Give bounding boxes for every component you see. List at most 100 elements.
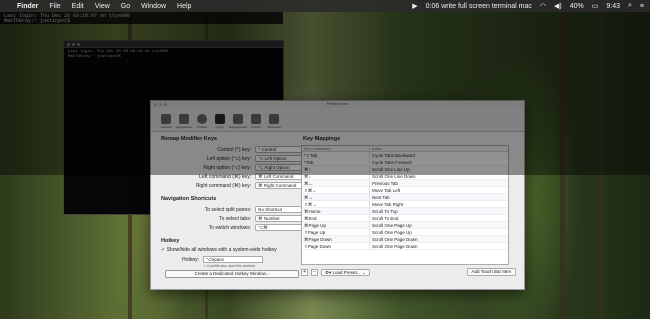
table-row[interactable]: ⇧⌘→ Move Tab Right [302,201,508,208]
key-combination-cell: ⌘Home [302,208,370,214]
table-empty-space [302,250,508,264]
tab-general[interactable]: General [159,114,173,129]
action-cell: Scroll One Page Up [372,230,412,235]
menu-file[interactable]: File [49,3,60,10]
action-cell: Scroll One Line Up [372,167,410,172]
minimize-icon[interactable] [72,43,75,46]
battery-icon[interactable]: ▭ [592,2,599,10]
play-icon[interactable]: ▶ [412,2,417,10]
remove-mapping-button[interactable]: − [311,268,318,276]
menu-list-icon[interactable]: ≡ [640,3,644,10]
key-combination-cell: ⇧⌘← [302,187,370,193]
remap-label: Right command (⌘) key: [195,182,252,189]
switch-icon [161,114,171,124]
key-mappings-controls: + − ⚙▾ Load Preset... ⌄ Add Touch Bar It… [301,268,516,276]
close-icon[interactable] [154,103,157,106]
menu-window[interactable]: Window [141,3,166,10]
tab-appearance[interactable]: Appearance [176,114,192,129]
zoom-icon[interactable] [164,103,167,106]
battery-percent[interactable]: 40% [570,3,584,10]
column-key-combination[interactable]: Key Combination [302,146,370,151]
minimize-icon[interactable] [159,103,162,106]
create-hotkey-window-button[interactable]: Create a Dedicated Hotkey Window... [165,270,299,278]
add-mapping-button[interactable]: + [301,268,308,276]
wallpaper-tree [560,10,565,319]
action-cell: Next Tab [372,195,390,200]
action-cell: Scroll One Page Down [372,237,418,242]
nav-label: To select split panes: [204,206,252,213]
nav-label: To select tabs: [219,215,252,222]
add-touch-bar-item-button[interactable]: Add Touch Bar Item [466,268,516,276]
hotkey-checkbox[interactable]: ✓ Show/hide all windows with a system-wi… [161,247,309,253]
table-row[interactable]: ⌘↓ Scroll One Line Down [302,173,508,180]
remap-label: Right option (⌥) key: [203,164,252,171]
remap-heading: Remap Modifier Keys [161,136,217,142]
table-row[interactable]: ⌘Page Down Scroll One Page Down [302,236,508,243]
keyboard-icon [215,114,225,124]
remap-label: Left option (⌥) key: [206,155,252,162]
key-combination-cell: ⇧Page Down [302,243,370,249]
table-row[interactable]: ⌘End Scroll To End [302,215,508,222]
table-row[interactable]: ⌘→ Next Tab [302,194,508,201]
clock[interactable]: 9:43 [606,3,620,10]
load-preset-button[interactable]: ⚙▾ Load Preset... ⌄ [321,268,370,276]
key-combination-cell: ⌘← [302,180,370,186]
tab-arrangements[interactable]: Arrangements [229,114,247,129]
key-combination-cell: ⇧Page Up [302,229,370,235]
terminal-titlebar[interactable] [64,41,283,48]
table-row[interactable]: ⇧Page Up Scroll One Page Up [302,229,508,236]
table-row[interactable]: ⌘↑ Scroll One Line Up [302,166,508,173]
action-cell: Scroll To End [372,216,399,221]
tab-profiles[interactable]: Profiles [195,114,209,129]
nav-heading: Navigation Shortcuts [161,196,217,202]
menu-app-name[interactable]: Finder [17,3,38,10]
prefs-toolbar: General Appearance Profiles Keys Arrange… [151,108,524,132]
key-combination-cell: ⌘→ [302,194,370,200]
status-text[interactable]: 0:06 write full screen terminal mac [426,3,532,10]
terminal-prompt: MacThGrey:~ justinpot$ [68,55,121,59]
fullscreen-terminal[interactable]: Last login: Thu Dec 28 03:10:07 on ttys0… [0,12,283,24]
window-title: Preferences [326,101,349,106]
menu-extras: ▶ 0:06 write full screen terminal mac ◠ … [412,0,644,12]
key-mappings-heading: Key Mappings [303,136,341,142]
table-row[interactable]: ⌘← Previous Tab [302,180,508,187]
remap-label: Left command (⌘) key: [199,173,252,180]
arrangements-icon [233,114,243,124]
table-row[interactable]: ^Tab Cycle Tabs Forward [302,159,508,166]
table-row[interactable]: ⇧Page Down Scroll One Page Down [302,243,508,250]
remap-pane: Remap Modifier Keys Control (^) key: ^ Co… [159,136,309,278]
action-cell: Move Tab Left [372,188,401,193]
menu-go[interactable]: Go [121,3,130,10]
wifi-icon[interactable]: ◠ [540,2,546,10]
hotkey-checkbox-label: Show/hide all windows with a system-wide… [166,247,277,253]
menu-view[interactable]: View [95,3,110,10]
action-cell: Cycle Tabs Forward [372,160,412,165]
menu-edit[interactable]: Edit [72,3,84,10]
menu-help[interactable]: Help [177,3,191,10]
hotkey-label: Hotkey: [182,256,199,263]
table-row[interactable]: ⌘Home Scroll To Top [302,208,508,215]
volume-icon[interactable]: ◀) [554,2,562,10]
tab-keys[interactable]: Keys [213,114,227,129]
profile-icon [197,114,207,124]
pointer-icon [251,114,261,124]
table-row[interactable]: ⌘Page Up Scroll One Page Up [302,222,508,229]
action-cell: Previous Tab [372,181,398,186]
appearance-icon [179,114,189,124]
close-icon[interactable] [67,43,70,46]
zoom-icon[interactable] [77,43,80,46]
hotkey-field[interactable]: ⌥Space [203,256,263,263]
tab-pointer[interactable]: Pointer [249,114,263,129]
action-cell: Move Tab Right [372,202,404,207]
table-row[interactable]: ⇧⌘← Move Tab Left [302,187,508,194]
search-icon[interactable]: ⌕ [628,2,632,10]
nav-label: To switch windows: [208,224,252,231]
key-combination-cell: ^Tab [302,159,370,165]
column-action[interactable]: Action [370,146,382,151]
hotkey-heading: Hotkey [161,238,180,244]
key-mappings-table[interactable]: Key Combination Action ^⇧Tab Cycle Tabs B… [301,145,509,265]
table-row[interactable]: ^⇧Tab Cycle Tabs Backward [302,152,508,159]
preferences-titlebar[interactable]: Preferences [151,101,524,108]
menu-bar: Finder File Edit View Go Window Help ▶ 0… [0,0,650,12]
tab-advanced[interactable]: Advanced [267,114,281,129]
